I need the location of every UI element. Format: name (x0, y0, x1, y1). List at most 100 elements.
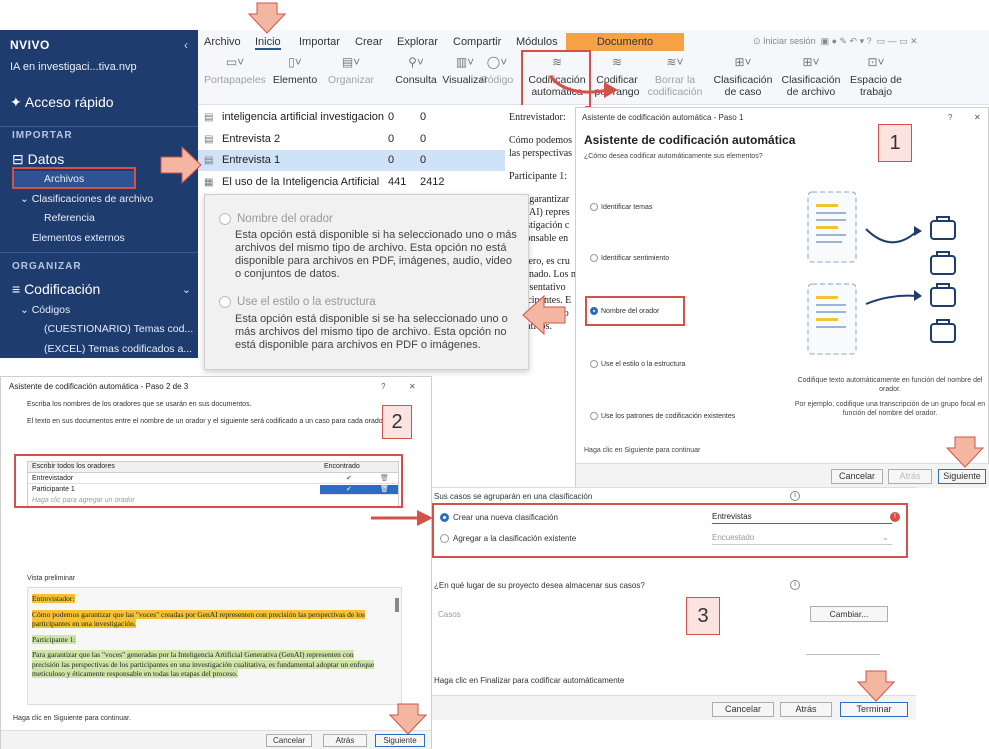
sidebar-item-code1[interactable]: (CUESTIONARIO) Temas cod... (44, 323, 193, 335)
codificacion-label: Codificación (24, 281, 101, 297)
dialog-title: Asistente de codificación automática - P… (582, 113, 744, 122)
location-value: Casos (438, 610, 461, 619)
section-importar: IMPORTAR (12, 130, 73, 141)
speaker-label: Entrevistador: (32, 594, 75, 603)
collapse-chevron-icon[interactable]: ‹ (184, 38, 188, 52)
list-item[interactable]: ▤ inteligencia artificial investigacion 0 0 (198, 107, 520, 128)
section-organizar: ORGANIZAR (12, 261, 82, 272)
option-identificar-temas[interactable]: Identificar temas (590, 203, 652, 211)
radio-icon (219, 213, 231, 225)
sidebar-item-referencia[interactable]: Referencia (44, 212, 95, 224)
sidebar-item-code2[interactable]: (EXCEL) Temas codificados a... (44, 343, 192, 355)
collapse-icon: ⊟ (12, 151, 24, 167)
tab-modulos[interactable]: Módulos (516, 36, 558, 48)
doc-line: Entrevistador: (509, 112, 566, 123)
style-structure-description: Esta opción está disponible si se ha sel… (235, 313, 508, 351)
back-button[interactable]: Atrás (780, 702, 832, 717)
document-icon: ▤ (204, 134, 214, 145)
borrar-codificacion-button[interactable]: ≋˅ Borrar la codificación (644, 56, 706, 98)
caption-line-2: Por ejemplo, codifique una transcripción… (794, 401, 986, 417)
sidebar-item-datos[interactable]: ⊟ Datos (12, 151, 64, 168)
option-identificar-sentimiento[interactable]: Identificar sentimiento (590, 254, 669, 262)
tab-archivo[interactable]: Archivo (204, 36, 241, 48)
sidebar-item-clasificaciones[interactable]: ⌄ Clasificaciones de archivo (20, 193, 153, 205)
radio-icon (590, 412, 598, 420)
close-icon[interactable]: ✕ (974, 113, 981, 122)
case-icon: ⊞˅ (734, 55, 752, 69)
navigation-sidebar: NVIVO ‹ IA en investigaci...tiva.nvp ✦ A… (0, 30, 198, 358)
project-name: IA en investigaci...tiva.nvp (10, 61, 137, 73)
datos-label: Datos (27, 151, 65, 167)
list-item-selected[interactable]: ▤ Entrevista 100 (198, 150, 520, 171)
highlight-speaker-option (585, 296, 685, 326)
window-controls[interactable]: ⊙ Iniciar sesión ▣ ● ✎ ↶ ▾ ? ▭ — ▭ ✕ (753, 36, 918, 47)
tab-documento[interactable]: Documento (566, 33, 684, 51)
divider (806, 654, 880, 655)
back-button[interactable]: Atrás (888, 469, 932, 484)
organizar-button[interactable]: ▤˅ Organizar (316, 56, 386, 86)
radio-icon (590, 254, 598, 262)
caption-line-1: Codifique texto automáticamente en funci… (797, 377, 983, 393)
tab-inicio[interactable]: Inicio (255, 36, 281, 50)
sidebar-item-codigos[interactable]: ⌄ Códigos (20, 304, 70, 316)
arrow-down-icon (945, 436, 985, 468)
tab-crear[interactable]: Crear (355, 36, 383, 48)
tab-explorar[interactable]: Explorar (397, 36, 438, 48)
cancel-button[interactable]: Cancelar (266, 734, 312, 747)
sign-in-link[interactable]: Iniciar sesión (763, 36, 816, 46)
cancel-button[interactable]: Cancelar (831, 469, 883, 484)
list-item[interactable]: ▤ Entrevista 200 (198, 129, 520, 150)
doc-line: las perspectivas (509, 148, 573, 159)
speaker-illustration-icon (807, 191, 956, 355)
finish-button[interactable]: Terminar (840, 702, 908, 717)
step3-hint: Haga clic en Finalizar para codificar au… (434, 676, 625, 685)
help-icon[interactable]: ? (948, 113, 952, 122)
back-button[interactable]: Atrás (323, 734, 367, 747)
code-icon: ◯˅ (486, 56, 508, 69)
autocode-wizard-step2: Asistente de codificación automática - P… (0, 376, 432, 749)
step-number-3: 3 (686, 597, 720, 635)
option-patrones-existentes[interactable]: Use los patrones de codificación existen… (590, 412, 735, 420)
uncode-icon: ≋˅ (666, 55, 684, 69)
change-button[interactable]: Cambiar... (810, 606, 888, 622)
document-icon: ▤ (204, 112, 214, 123)
next-button[interactable]: Siguiente (375, 734, 425, 747)
step2-hint: Haga clic en Siguiente para continuar. (13, 715, 131, 722)
arrow-right-icon (160, 145, 202, 185)
sidebar-item-codificacion[interactable]: ≡ Codificación (12, 281, 100, 297)
quick-access-link[interactable]: ✦ Acceso rápido (10, 94, 114, 111)
range-icon: ≋ (611, 55, 623, 69)
highlight-classification (432, 503, 908, 558)
file-list: ▤ inteligencia artificial investigacion 0 0… (198, 105, 520, 195)
highlight-speakers (14, 454, 403, 508)
arrow-curved-icon (548, 75, 618, 98)
help-icon[interactable]: ? (381, 382, 385, 391)
dialog-footer: Cancelar Atrás Terminar (432, 695, 916, 720)
arrow-right-icon (371, 510, 433, 526)
arrow-down-icon (247, 2, 287, 34)
scrollbar[interactable] (395, 598, 399, 612)
speaker-label: Participante 1: (32, 634, 76, 644)
document-icon: ▤ (204, 155, 214, 166)
chevron-down-icon[interactable]: ⌄ (182, 284, 191, 296)
codigos-button[interactable]: ◯˅Códigos (480, 56, 514, 86)
coded-text: Cómo podemos garantizar que las "voces" … (32, 609, 365, 628)
info-icon[interactable]: i (790, 491, 800, 501)
option-estilo-estructura[interactable]: Use el estilo o la estructura (590, 360, 685, 368)
doc-line: Participante 1: (509, 171, 568, 182)
clasificacion-caso-button[interactable]: ⊞˅ Clasificación de caso (710, 56, 776, 98)
info-icon[interactable]: i (790, 580, 800, 590)
preview-label: Vista preliminar (27, 575, 76, 582)
cancel-button[interactable]: Cancelar (712, 702, 774, 717)
clasificacion-archivo-button[interactable]: ⊞˅ Clasificación de archivo (776, 56, 846, 98)
next-button[interactable]: Siguiente (938, 469, 986, 484)
list-item[interactable]: ▦ El uso de la Inteligencia Artificial 441… (198, 172, 520, 193)
espacio-trabajo-button[interactable]: ⊡˅ Espacio de trabajo (844, 56, 908, 98)
tab-importar[interactable]: Importar (299, 36, 340, 48)
close-icon[interactable]: ✕ (409, 382, 416, 391)
sidebar-item-externos[interactable]: Elementos externos (32, 232, 125, 244)
instructions-line-1: Escriba los nombres de los oradores que … (27, 401, 252, 408)
highlight-archivos (12, 167, 136, 189)
file-class-icon: ⊞˅ (802, 55, 820, 69)
tab-compartir[interactable]: Compartir (453, 36, 501, 48)
